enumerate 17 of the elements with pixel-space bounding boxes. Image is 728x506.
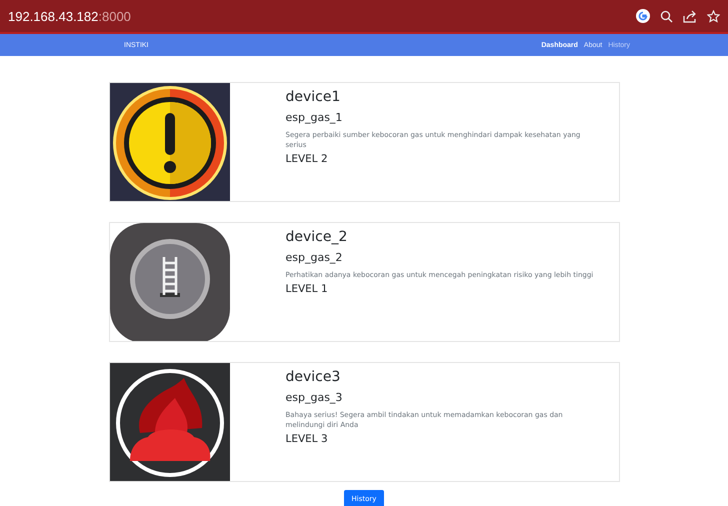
sensor-id: esp_gas_2: [286, 251, 344, 264]
url-host[interactable]: 192.168.43.182: [8, 8, 98, 24]
share-icon[interactable]: [683, 10, 697, 22]
alert-level: LEVEL 3: [286, 433, 329, 446]
star-icon[interactable]: [707, 10, 720, 22]
alert-level: LEVEL 1: [286, 283, 329, 296]
url-port[interactable]: :8000: [98, 8, 131, 24]
alert-level: LEVEL 2: [286, 153, 329, 166]
sensor-id: esp_gas_3: [286, 391, 344, 404]
google-icon[interactable]: [636, 9, 650, 23]
device-name: device3: [286, 369, 342, 385]
zoom-icon[interactable]: [660, 10, 673, 22]
device-name: device1: [286, 89, 342, 105]
sensor-id: esp_gas_1: [286, 111, 344, 124]
device-name: device_2: [286, 229, 348, 245]
warning-icon: [110, 83, 230, 201]
ladder-icon: [110, 223, 230, 341]
